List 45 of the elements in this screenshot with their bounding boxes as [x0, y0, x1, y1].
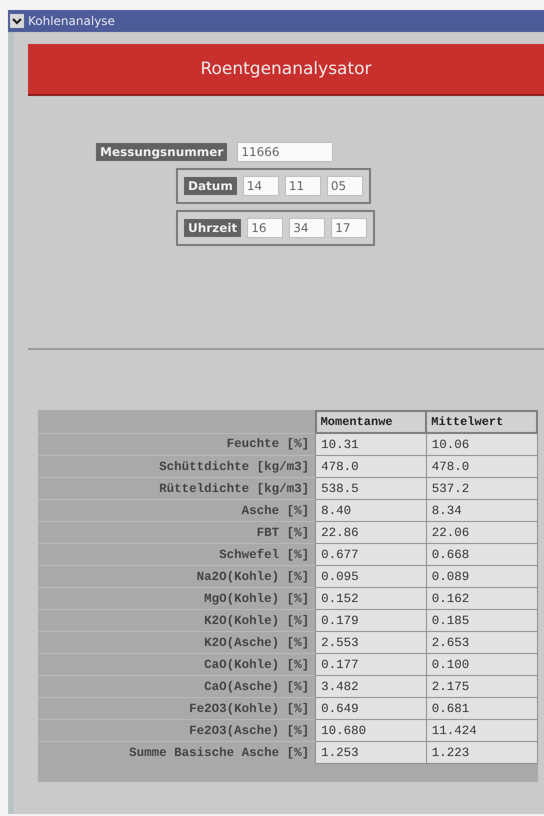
table-cell: 0.649 [316, 698, 426, 720]
input-field[interactable]: 05 [326, 176, 363, 196]
table-cell: 22.06 [426, 522, 537, 544]
header-title: Roentgenanalysator [200, 59, 372, 79]
table-cell: 10.680 [316, 720, 426, 742]
field-label: Uhrzeit [184, 219, 242, 237]
table-cell: 0.677 [316, 544, 426, 566]
input-field[interactable]: 16 [247, 218, 284, 238]
table-cell: 2.653 [426, 632, 537, 654]
table-cell: 0.681 [426, 698, 537, 720]
table-cell: 0.100 [426, 654, 537, 676]
table-cell: 1.253 [316, 742, 426, 764]
table-cell: 1.223 [426, 742, 537, 764]
input-field[interactable]: 34 [289, 218, 326, 238]
table-cell: 0.177 [316, 654, 426, 676]
table-cell: 0.179 [316, 610, 426, 632]
input-field[interactable]: 14 [242, 176, 279, 196]
table-cell: 0.668 [426, 544, 537, 566]
input-field[interactable]: 11666 [237, 142, 334, 162]
table-cell: 0.095 [316, 566, 426, 588]
table-cell: 2.175 [426, 676, 537, 698]
table-cell: 478.0 [316, 456, 426, 478]
field-label: Messungsnummer [96, 143, 228, 161]
table-cell: 11.424 [426, 720, 537, 742]
chevron-icon[interactable] [10, 14, 24, 28]
table-cell: 0.089 [426, 566, 537, 588]
input-field[interactable]: 17 [331, 218, 368, 238]
table-cell: 2.553 [316, 632, 426, 654]
table-cell: 0.152 [316, 588, 426, 610]
table-cell: 0.185 [426, 610, 537, 632]
column-header: Momentanwe [316, 411, 426, 433]
table-cell: 478.0 [426, 456, 537, 478]
table-cell: 0.162 [426, 588, 537, 610]
table-cell: 10.31 [316, 433, 426, 456]
table-cell: 22.86 [316, 522, 426, 544]
table-cell: 537.2 [426, 478, 537, 500]
window-title: Kohlenanalyse [28, 14, 115, 28]
column-header: Mittelwert [426, 411, 537, 433]
table-cell: 3.482 [316, 676, 426, 698]
field-label: Datum [184, 177, 237, 195]
table-cell: 10.06 [426, 433, 537, 456]
table-cell: 8.40 [316, 500, 426, 522]
input-field[interactable]: 11 [284, 176, 321, 196]
table-cell: 8.34 [426, 500, 537, 522]
table-cell: 538.5 [316, 478, 426, 500]
